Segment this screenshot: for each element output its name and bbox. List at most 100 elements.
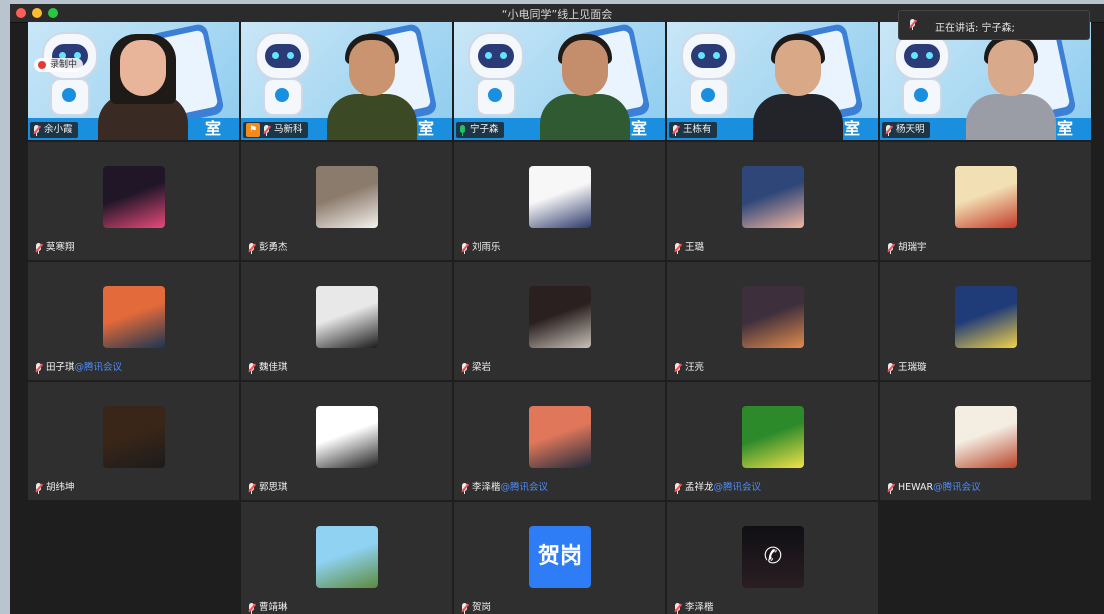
participant-avatar: [529, 166, 591, 228]
participant-tile[interactable]: 王璐: [667, 142, 878, 260]
robot-mascot-image: [888, 32, 952, 122]
robot-body: [263, 78, 303, 116]
robot-mascot-image: [249, 32, 313, 122]
mic-slash: [35, 242, 43, 252]
mic-muted-icon: [674, 362, 682, 374]
participant-name: 孟祥龙: [685, 482, 714, 493]
robot-body: [902, 78, 942, 116]
robot-eye: [926, 52, 933, 59]
mic-muted-icon: [263, 124, 271, 136]
mic-slash: [674, 602, 682, 612]
participant-avatar: [742, 286, 804, 348]
host-icon: ⚑: [246, 123, 260, 137]
participant-name-label: 王璐: [671, 240, 709, 256]
mic-slash: [35, 362, 43, 372]
mic-slash: [248, 482, 256, 492]
video-tile[interactable]: 室 王栋有: [667, 22, 878, 140]
participant-tile[interactable]: HEWAR @腾讯会议: [880, 382, 1091, 500]
participant-name-label: 胡纬坤: [32, 480, 80, 496]
mic-muted-icon: [887, 362, 895, 374]
robot-eye: [287, 52, 294, 59]
mic-slash: [674, 482, 682, 492]
participant-tile[interactable]: 莫寒翔: [28, 142, 239, 260]
robot-badge: [62, 88, 76, 102]
robot-eye: [713, 52, 720, 59]
robot-badge: [701, 88, 715, 102]
person-body: [966, 94, 1056, 140]
mic-slash: [461, 242, 469, 252]
participant-tile[interactable]: 刘雨乐: [454, 142, 665, 260]
participant-video-person: [966, 32, 1056, 140]
participant-avatar: [955, 406, 1017, 468]
person-face: [988, 40, 1034, 96]
mic-slash: [461, 362, 469, 372]
participant-name: 李泽楷: [685, 602, 714, 613]
robot-face: [904, 44, 940, 68]
robot-mascot-image: [462, 32, 526, 122]
participant-tile[interactable]: 王瑞璇: [880, 262, 1091, 380]
participant-tile[interactable]: ✆ 李泽楷: [667, 502, 878, 614]
video-tile[interactable]: 室 录制中 余小霞: [28, 22, 239, 140]
participant-tile[interactable]: 胡纬坤: [28, 382, 239, 500]
participant-name: 胡纬坤: [46, 482, 75, 493]
participant-tile[interactable]: 李泽楷 @腾讯会议: [454, 382, 665, 500]
mic-slash: [461, 602, 469, 612]
video-tile[interactable]: 室 宁子森: [454, 22, 665, 140]
empty-tile: [880, 502, 1091, 614]
participant-name-label: HEWAR @腾讯会议: [884, 480, 986, 496]
mic-muted-icon: [461, 242, 469, 254]
participant-name-label: 魏佳琪: [245, 360, 293, 376]
participant-name: 彭勇杰: [259, 242, 288, 253]
mic-muted-icon: [674, 242, 682, 254]
participant-name: HEWAR: [898, 482, 934, 493]
participant-video-person: [327, 32, 417, 140]
participant-tile[interactable]: 彭勇杰: [241, 142, 452, 260]
robot-eye: [911, 52, 918, 59]
participant-name-label: 王瑞璇: [884, 360, 932, 376]
participant-tile[interactable]: 孟祥龙 @腾讯会议: [667, 382, 878, 500]
mic-muted-icon: [248, 242, 256, 254]
mic-slash: [33, 124, 41, 134]
participant-name: 余小霞: [44, 124, 73, 135]
participant-name-label: 孟祥龙 @腾讯会议: [671, 480, 766, 496]
participant-name: 马新科: [274, 124, 303, 135]
participant-name: 田子琪: [46, 362, 75, 373]
person-face: [562, 40, 608, 96]
banner-text: 室: [417, 119, 438, 138]
mic-muted-icon: [461, 362, 469, 374]
participant-name-label: 宁子森: [456, 122, 504, 138]
robot-head: [681, 32, 737, 80]
participant-tile[interactable]: 胡瑞宇: [880, 142, 1091, 260]
participant-video-person: [753, 32, 843, 140]
participant-name: 郭思琪: [259, 482, 288, 493]
participant-tile[interactable]: 曹靖琳: [241, 502, 452, 614]
participant-tile[interactable]: 贺岗 贺岗: [454, 502, 665, 614]
participant-name-label: 梁岩: [458, 360, 496, 376]
participant-tile[interactable]: 汪亮: [667, 262, 878, 380]
mic-muted-icon: [248, 362, 256, 374]
participant-name: 曹靖琳: [259, 602, 288, 613]
participant-name: 贺岗: [472, 602, 492, 613]
participant-name-label: 曹靖琳: [245, 600, 293, 614]
participant-tile[interactable]: 田子琪 @腾讯会议: [28, 262, 239, 380]
person-body: [327, 94, 417, 140]
mic-muted-icon: [35, 482, 43, 494]
mic-slash: [35, 482, 43, 492]
participant-tile[interactable]: 郭思琪: [241, 382, 452, 500]
participant-source-tag: @腾讯会议: [500, 482, 549, 493]
person-face: [120, 40, 166, 96]
participant-source-tag: @腾讯会议: [74, 362, 123, 373]
mic-slash: [461, 482, 469, 492]
mic-muted-icon: [35, 362, 43, 374]
participant-avatar: [955, 286, 1017, 348]
participant-name-label: ⚑ 马新科: [243, 122, 308, 138]
participant-name-label: 莫寒翔: [32, 240, 80, 256]
mic-muted-icon: [885, 124, 893, 136]
recording-indicator: 录制中: [34, 58, 84, 72]
participant-name-label: 杨天明: [882, 122, 930, 138]
participant-tile[interactable]: 魏佳琪: [241, 262, 452, 380]
video-tile[interactable]: 室 ⚑ 马新科: [241, 22, 452, 140]
participant-tile[interactable]: 梁岩: [454, 262, 665, 380]
robot-body: [689, 78, 729, 116]
participant-name-label: 郭思琪: [245, 480, 293, 496]
